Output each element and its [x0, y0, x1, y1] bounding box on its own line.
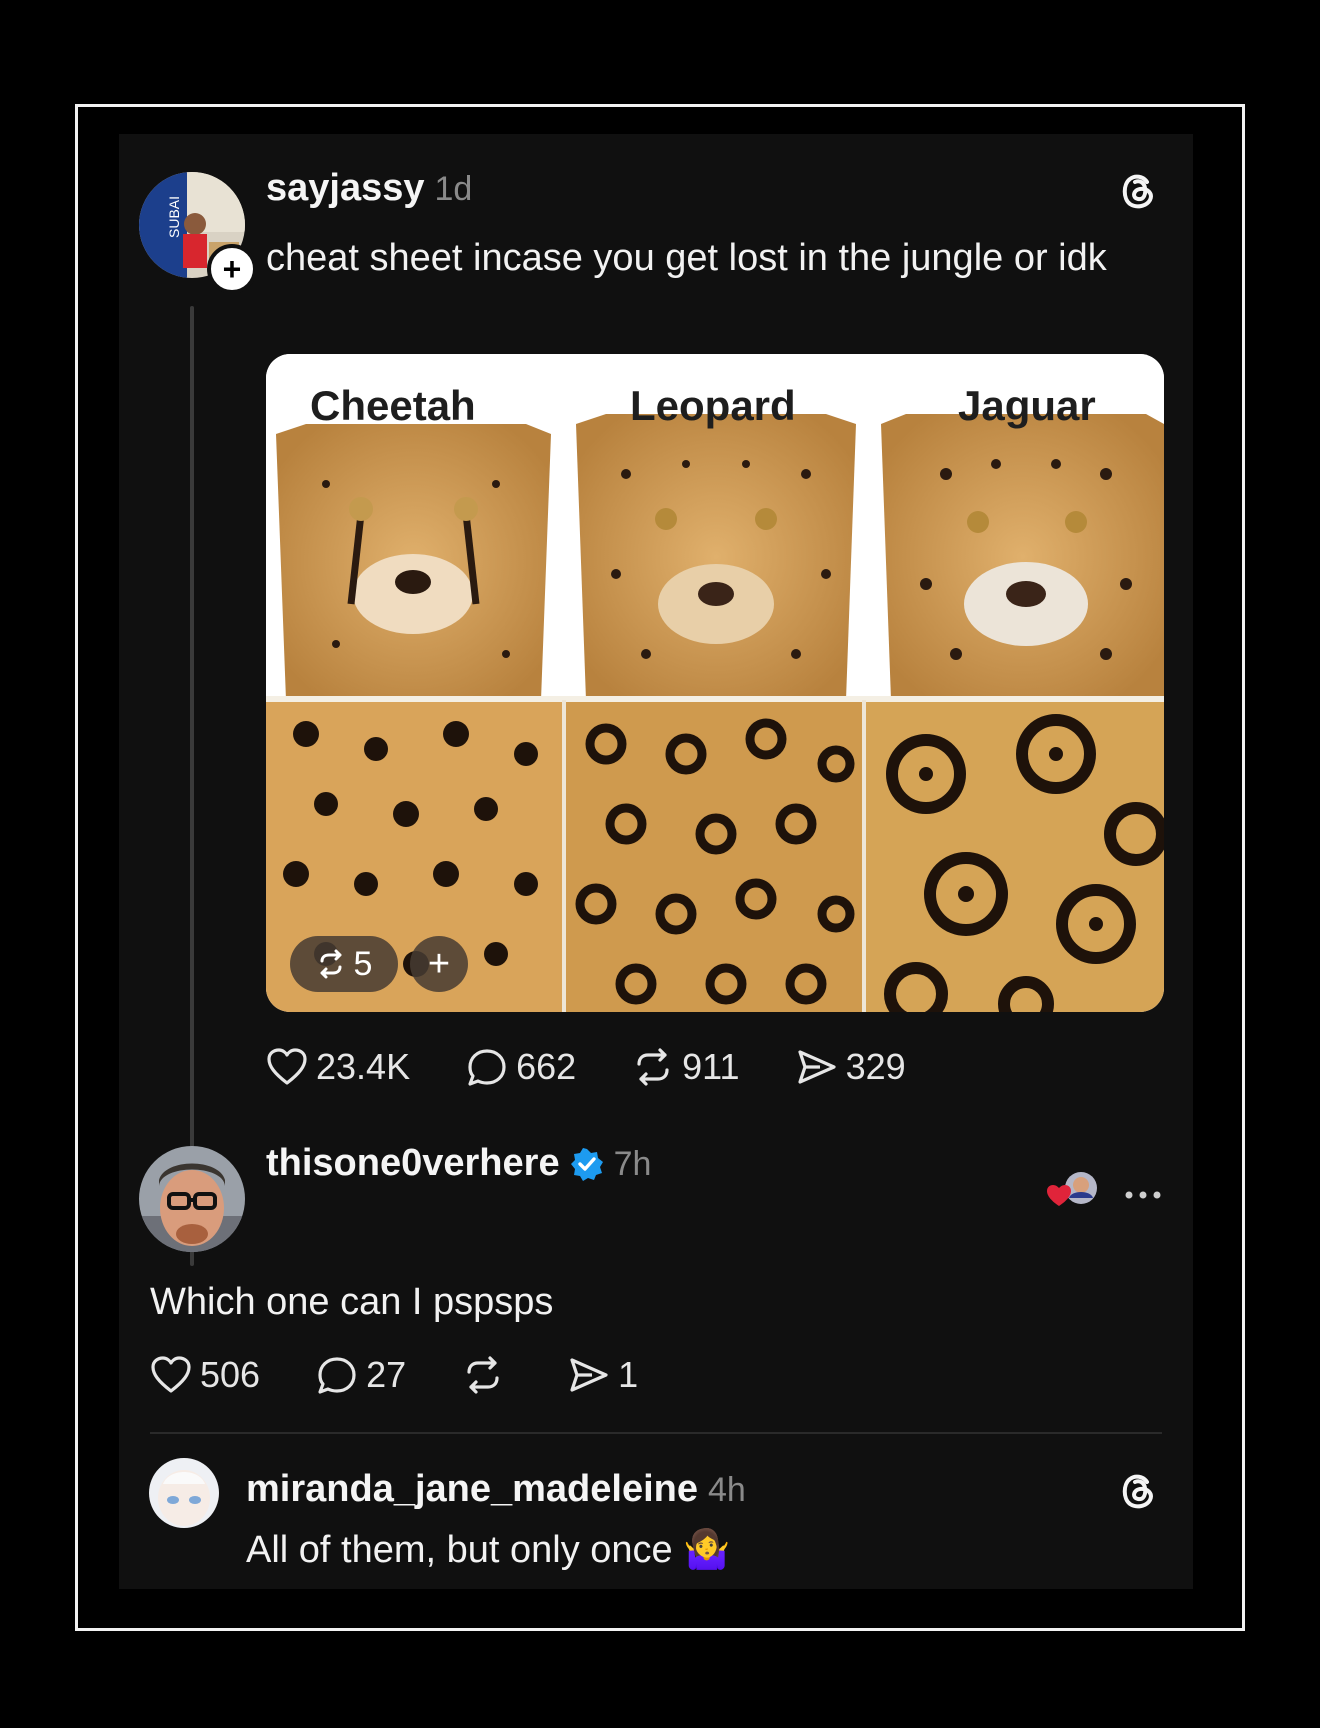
reply2-author-avatar[interactable] [149, 1458, 219, 1528]
post-repost-button[interactable]: 911 [632, 1046, 740, 1088]
image-label-leopard: Leopard [630, 382, 796, 429]
reply1-author-avatar[interactable] [139, 1146, 245, 1252]
image-label-cheetah: Cheetah [310, 382, 476, 429]
post-share-button[interactable]: 329 [796, 1046, 906, 1088]
post-reply-count: 662 [516, 1046, 577, 1087]
threads-icon[interactable] [1115, 168, 1161, 214]
image-repost-count: 5 [353, 944, 373, 983]
post-repost-count: 911 [682, 1046, 740, 1087]
post-text: cheat sheet incase you get lost in the j… [266, 237, 1107, 279]
reply1-text: Which one can I pspsps [150, 1281, 554, 1323]
reply2-timestamp: 4h [708, 1471, 746, 1509]
send-icon [570, 1358, 608, 1392]
reply1-like-button[interactable]: 506 [150, 1354, 260, 1396]
image-add-button[interactable]: + [410, 936, 468, 992]
reply1-repost-button[interactable] [462, 1354, 512, 1396]
send-icon [797, 1050, 836, 1084]
post-image[interactable]: Cheetah Leopard Jaguar 5 + [266, 354, 1164, 1012]
reply1-reply-count: 27 [366, 1354, 407, 1395]
post-reply-button[interactable]: 662 [466, 1046, 576, 1088]
thread-card: SUBAI + sayjassy 1d cheat sheet incase y… [119, 134, 1193, 1589]
comment-icon [318, 1357, 356, 1394]
liked-by-author-indicator [1045, 1170, 1099, 1210]
heart-icon [151, 1356, 191, 1393]
threads-icon[interactable] [1115, 1468, 1161, 1514]
more-options-icon[interactable] [1123, 1188, 1163, 1202]
reply2-text: All of them, but only once 🤷‍♀️ [246, 1529, 731, 1571]
post-timestamp: 1d [434, 170, 473, 208]
reply2-username[interactable]: miranda_jane_madeleine [246, 1468, 698, 1511]
follow-plus-button[interactable]: + [207, 244, 257, 294]
reply1-timestamp: 7h [613, 1145, 652, 1183]
reply1-reply-button[interactable]: 27 [316, 1354, 406, 1396]
verified-badge-icon [570, 1147, 604, 1181]
reply1-share-count: 1 [618, 1354, 639, 1395]
image-repost-badge[interactable]: 5 [290, 936, 398, 992]
post-like-button[interactable]: 23.4K [266, 1046, 410, 1088]
reply1-like-count: 506 [200, 1354, 261, 1395]
reply-divider [150, 1432, 1162, 1434]
repost-icon [316, 949, 346, 979]
image-label-jaguar: Jaguar [958, 382, 1096, 429]
comment-icon [468, 1049, 506, 1086]
svg-text:SUBAI: SUBAI [166, 196, 182, 238]
post-username[interactable]: sayjassy [266, 167, 425, 210]
reply1-share-button[interactable]: 1 [568, 1354, 638, 1396]
repost-icon [467, 1356, 499, 1394]
reply1-username[interactable]: thisone0verhere [266, 1142, 560, 1185]
heart-icon [267, 1048, 307, 1085]
big-cats-comparison-image [266, 354, 1164, 1012]
repost-icon [637, 1048, 669, 1086]
post-like-count: 23.4K [316, 1046, 411, 1087]
thread-connector-line [190, 306, 194, 1266]
post-share-count: 329 [845, 1046, 906, 1087]
